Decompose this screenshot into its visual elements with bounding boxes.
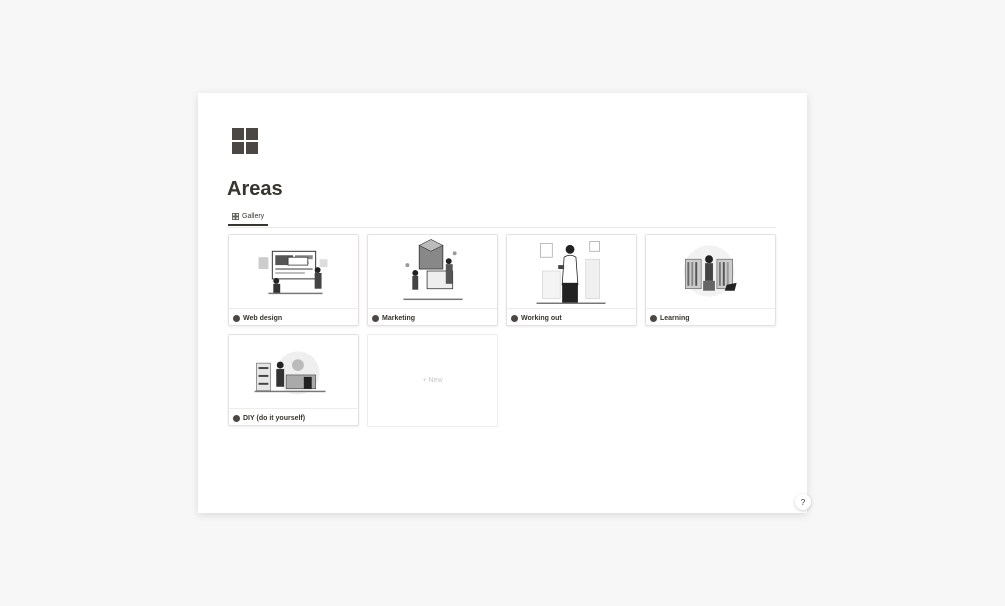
status-dot (233, 314, 240, 322)
working-out-illustration (507, 235, 636, 309)
card-caption: Working out (511, 313, 562, 323)
tab-gallery[interactable]: Gallery (228, 209, 268, 226)
learning-illustration (646, 235, 775, 309)
card-title: Working out (521, 314, 562, 322)
card-caption: Web design (233, 313, 282, 323)
card-title: DIY (do it yourself) (243, 414, 306, 422)
gallery-grid-icon (232, 213, 239, 220)
grid-icon[interactable] (232, 128, 259, 155)
gallery-card-working-out[interactable]: Working out (506, 234, 637, 326)
card-caption: DIY (do it yourself) (233, 413, 305, 423)
card-caption: Learning (650, 313, 690, 323)
new-card-button[interactable]: + New (367, 334, 498, 427)
card-caption: Marketing (372, 313, 415, 323)
help-button[interactable]: ? (795, 494, 811, 510)
card-title: Learning (660, 314, 690, 322)
gallery-card-learning[interactable]: Learning (645, 234, 776, 326)
tab-label: Gallery (242, 213, 265, 220)
gallery-card-diy[interactable]: DIY (do it yourself) (228, 334, 359, 426)
web-design-illustration (229, 235, 358, 309)
card-title: Web design (243, 314, 283, 322)
status-dot (650, 314, 657, 322)
status-dot (233, 414, 240, 422)
view-tabs: Gallery (228, 209, 776, 228)
marketing-illustration (368, 235, 497, 309)
gallery-card-marketing[interactable]: Marketing (367, 234, 498, 326)
page-title[interactable]: Areas (227, 179, 283, 199)
card-title: Marketing (382, 314, 416, 322)
page: Areas Gallery Web design Marketing Worki… (198, 93, 807, 513)
status-dot (372, 314, 379, 322)
diy-illustration (229, 335, 358, 409)
gallery-card-web-design[interactable]: Web design (228, 234, 359, 326)
status-dot (511, 314, 518, 322)
